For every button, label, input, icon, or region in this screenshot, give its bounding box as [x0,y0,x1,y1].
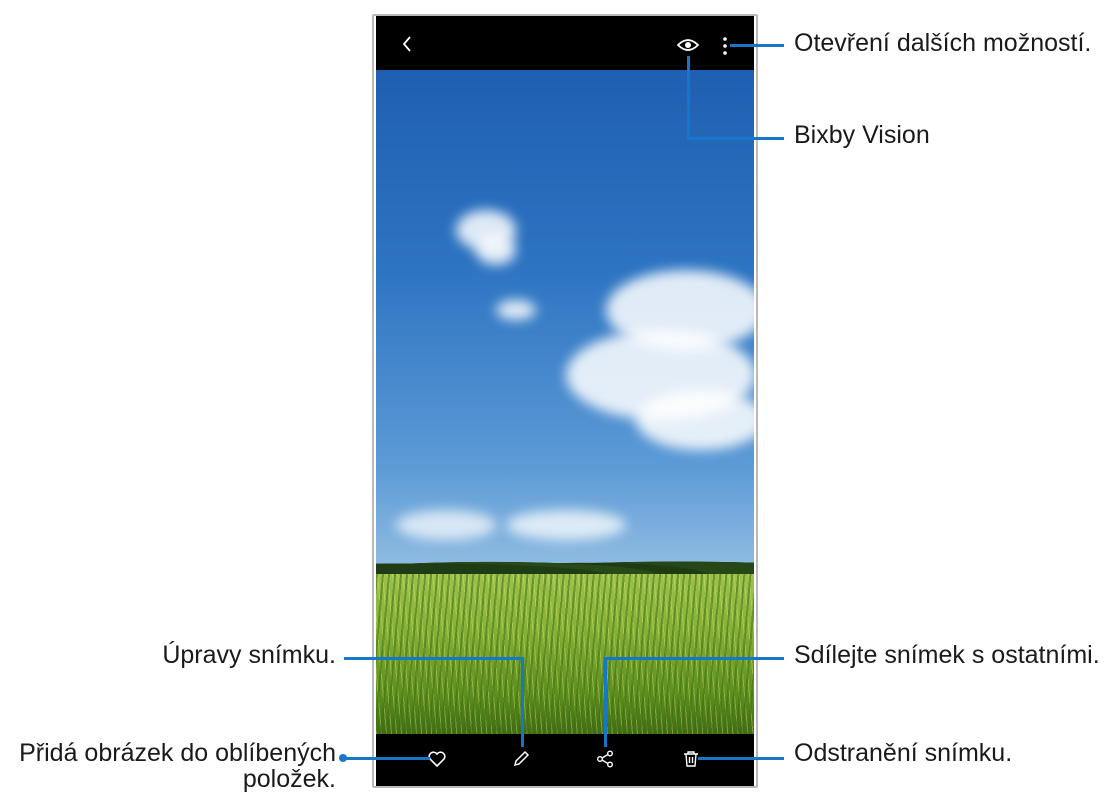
callout-favorite-line2: položek. [242,765,336,793]
leader-favorite-dot [339,754,347,762]
leader-more-options [730,44,784,47]
grass-field [376,574,754,734]
callout-share: Sdílejte snímek s ostatními. [794,641,1100,669]
photo-view[interactable] [376,70,754,734]
callout-delete: Odstranění snímku. [794,739,1013,767]
callout-bixby-vision: Bixby Vision [794,121,930,149]
eye-icon[interactable] [676,34,700,56]
leader-bixby-vision-h [687,137,784,140]
leader-edit-h [344,657,524,660]
pencil-icon[interactable] [510,748,532,770]
leader-bixby-vision [687,56,690,140]
callout-edit: Úpravy snímku. [162,641,336,669]
callout-favorite-line1: Přidá obrázek do oblíbených [19,739,336,767]
leader-share-v [604,657,607,747]
share-icon[interactable] [594,748,616,770]
leader-edit-v [521,657,524,747]
back-icon[interactable] [396,32,418,56]
tree-line [376,554,754,576]
leader-favorite [344,757,430,760]
leader-share-h [604,657,784,660]
callout-more-options: Otevření dalších možností. [794,29,1092,57]
leader-delete [698,757,784,760]
